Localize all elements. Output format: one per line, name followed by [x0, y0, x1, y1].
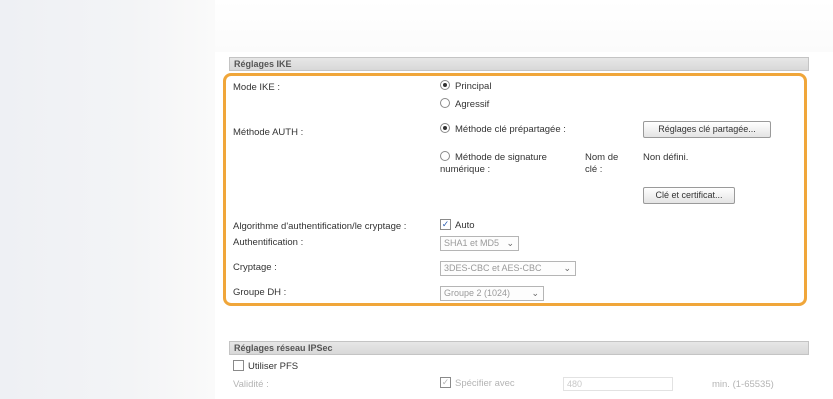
- mode-agressif-option[interactable]: Agressif: [440, 98, 490, 110]
- pfs-label: Utiliser PFS: [248, 361, 299, 373]
- mode-principal-option[interactable]: Principal: [440, 80, 492, 92]
- top-faded-area: [215, 0, 833, 52]
- auto-label: Auto: [455, 220, 475, 232]
- key-name-label-2: clé :: [585, 164, 603, 175]
- specify-checkbox[interactable]: ✓: [440, 377, 451, 388]
- pfs-checkbox[interactable]: [233, 360, 244, 371]
- psk-radio[interactable]: [440, 123, 450, 134]
- principal-label: Principal: [455, 81, 492, 92]
- use-pfs-option[interactable]: Utiliser PFS: [233, 360, 299, 373]
- agressif-radio[interactable]: [440, 98, 450, 109]
- authentication-select[interactable]: SHA1 et MD5 ⌄: [440, 236, 519, 251]
- left-navigation-pane: [0, 0, 215, 399]
- principal-radio[interactable]: [440, 80, 450, 91]
- psk-label: Méthode clé prépartagée :: [455, 124, 566, 135]
- ike-settings-header: Réglages IKE: [229, 57, 809, 71]
- dh-group-value: Groupe 2 (1024): [444, 288, 511, 298]
- chevron-down-icon: ⌄: [531, 288, 539, 298]
- auth-method-label: Méthode AUTH :: [233, 127, 304, 138]
- ike-mode-label: Mode IKE :: [233, 82, 280, 93]
- auto-checkbox[interactable]: ✓: [440, 219, 451, 230]
- auth-digital-signature-option[interactable]: Méthode de signature: [440, 151, 547, 163]
- chevron-down-icon: ⌄: [563, 263, 571, 273]
- agressif-label: Agressif: [455, 99, 490, 110]
- digital-signature-label-2: numérique :: [440, 164, 491, 175]
- algorithm-auto-option[interactable]: ✓ Auto: [440, 219, 475, 232]
- shared-key-settings-button[interactable]: Réglages clé partagée...: [643, 121, 771, 138]
- validity-unit: min. (1-65535): [712, 379, 774, 390]
- validity-label: Validité :: [233, 379, 269, 390]
- encryption-value: 3DES-CBC et AES-CBC: [444, 263, 542, 273]
- specify-label: Spécifier avec: [455, 378, 515, 390]
- key-name-label-1: Nom de: [585, 152, 619, 163]
- dh-group-label: Groupe DH :: [233, 287, 287, 298]
- authentication-value: SHA1 et MD5: [444, 238, 500, 248]
- specify-option[interactable]: ✓ Spécifier avec: [440, 377, 515, 390]
- key-and-certificate-button[interactable]: Clé et certificat...: [643, 187, 735, 204]
- digital-signature-label-1: Méthode de signature: [455, 152, 547, 163]
- auth-psk-option[interactable]: Méthode clé prépartagée :: [440, 123, 566, 135]
- dh-group-select[interactable]: Groupe 2 (1024) ⌄: [440, 286, 544, 301]
- ipsec-settings-header: Réglages réseau IPSec: [229, 341, 809, 355]
- algorithm-label: Algorithme d'authentification/le cryptag…: [233, 221, 407, 232]
- encryption-label: Cryptage :: [233, 262, 277, 273]
- validity-input[interactable]: 480: [563, 377, 673, 391]
- encryption-select[interactable]: 3DES-CBC et AES-CBC ⌄: [440, 261, 576, 276]
- chevron-down-icon: ⌄: [506, 238, 514, 248]
- key-name-value: Non défini.: [643, 152, 689, 163]
- digital-signature-radio[interactable]: [440, 151, 450, 162]
- authentication-label: Authentification :: [233, 237, 304, 248]
